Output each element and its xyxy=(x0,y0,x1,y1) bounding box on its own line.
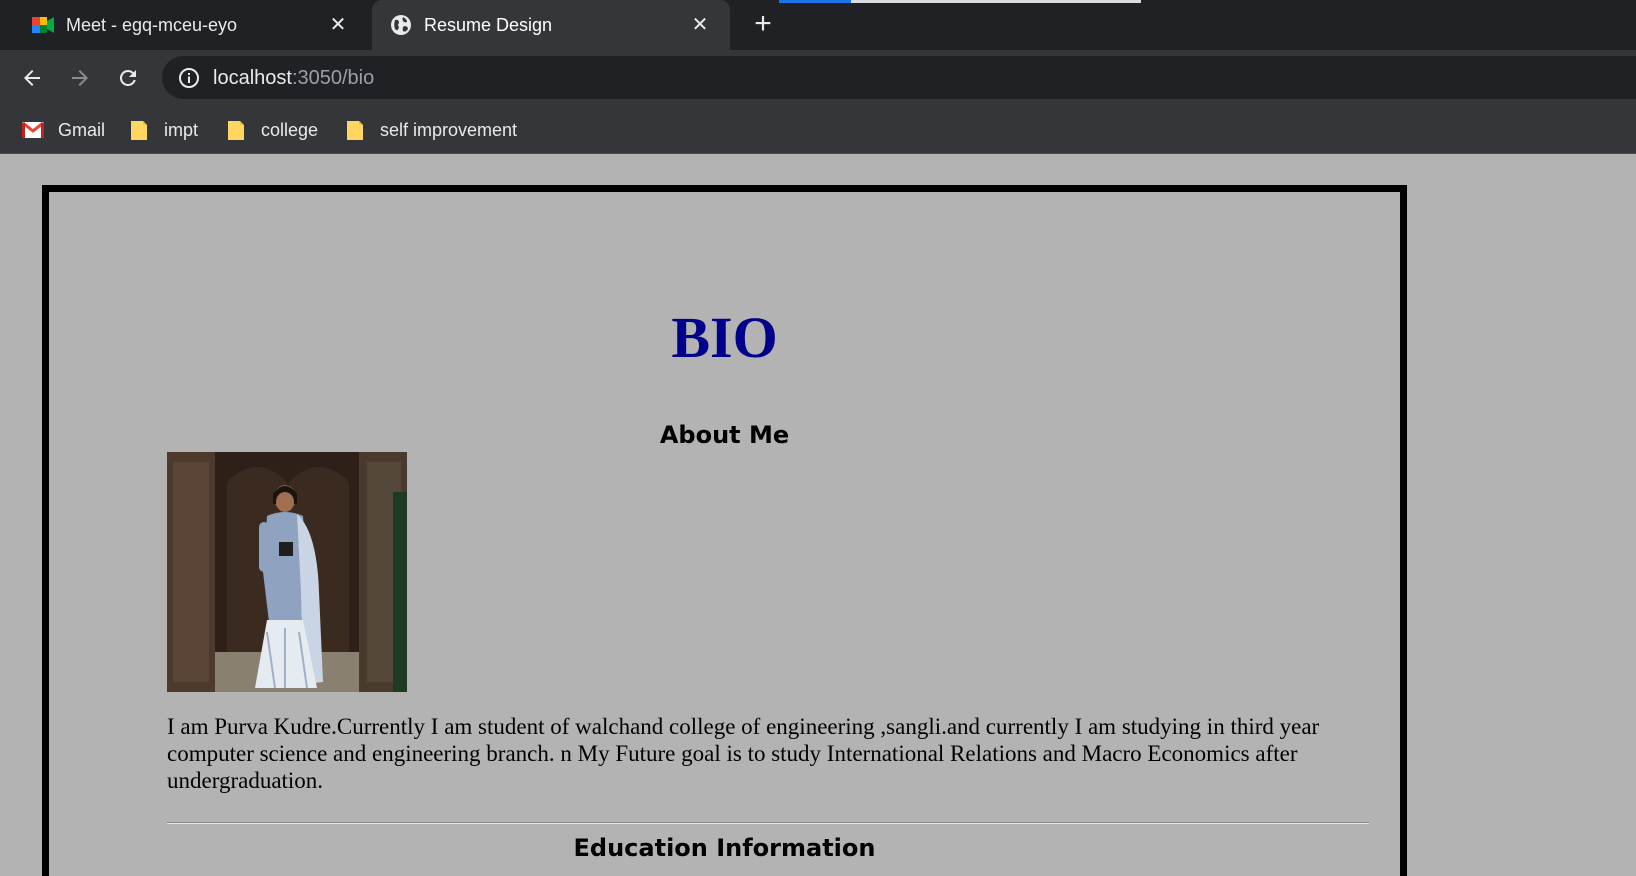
bookmark-label: Gmail xyxy=(58,119,106,140)
tab-title: Meet - egq-mceu-eyo xyxy=(66,15,238,35)
bookmark-label: impt xyxy=(164,119,199,140)
bookmarks-bar: Gmail impt college self improvement xyxy=(0,106,1636,154)
bookmark-college[interactable]: college xyxy=(227,116,318,144)
resume-container: BIO About Me I am Purva Kudre.Currently … xyxy=(42,185,1407,876)
about-me-heading: About Me xyxy=(659,421,790,449)
folder-icon xyxy=(228,121,244,140)
close-tab-icon[interactable]: ✕ xyxy=(328,15,348,35)
browser-toolbar: localhost:3050/bio xyxy=(0,50,1636,106)
tab-resume-design[interactable]: Resume Design ✕ xyxy=(372,0,730,50)
folder-icon xyxy=(347,121,363,140)
bookmark-label: self improvement xyxy=(380,119,518,140)
profile-photo-image xyxy=(167,452,407,692)
new-tab-button[interactable]: + xyxy=(748,9,778,39)
url-text[interactable]: localhost:3050/bio xyxy=(213,66,374,90)
page-viewport: BIO About Me I am Purva Kudre.Currently … xyxy=(0,155,1636,876)
education-heading: Education Information xyxy=(573,834,876,862)
page-title: BIO xyxy=(671,305,778,370)
loading-progress-bar xyxy=(779,0,851,3)
url-host: localhost xyxy=(213,67,292,89)
arrow-left-icon xyxy=(24,70,40,86)
folder-icon xyxy=(131,121,147,140)
close-tab-icon[interactable]: ✕ xyxy=(690,15,710,35)
section-divider xyxy=(167,822,1369,824)
loading-progress-track xyxy=(851,0,1141,3)
profile-photo xyxy=(167,452,407,692)
tab-meet[interactable]: Meet - egq-mceu-eyo ✕ xyxy=(0,0,370,50)
arrow-right-icon xyxy=(72,70,88,86)
forward-button[interactable] xyxy=(66,64,94,92)
bookmark-gmail[interactable]: Gmail xyxy=(22,116,105,144)
back-button[interactable] xyxy=(18,64,46,92)
bookmark-self-improvement[interactable]: self improvement xyxy=(346,116,517,144)
tab-bar: Meet - egq-mceu-eyo ✕ Resume Design ✕ + xyxy=(0,0,1636,50)
info-icon[interactable] xyxy=(178,67,200,89)
gmail-icon xyxy=(22,121,44,138)
globe-icon xyxy=(391,15,411,35)
google-meet-icon xyxy=(32,17,54,33)
url-path: :3050/bio xyxy=(291,67,375,89)
bookmark-impt[interactable]: impt xyxy=(130,116,198,144)
bookmark-label: college xyxy=(261,119,319,140)
tab-title: Resume Design xyxy=(424,15,553,35)
bio-paragraph: I am Purva Kudre.Currently I am student … xyxy=(167,714,1320,793)
reload-button[interactable] xyxy=(114,64,142,92)
reload-icon xyxy=(119,69,136,86)
address-bar[interactable]: localhost:3050/bio xyxy=(162,56,1636,99)
